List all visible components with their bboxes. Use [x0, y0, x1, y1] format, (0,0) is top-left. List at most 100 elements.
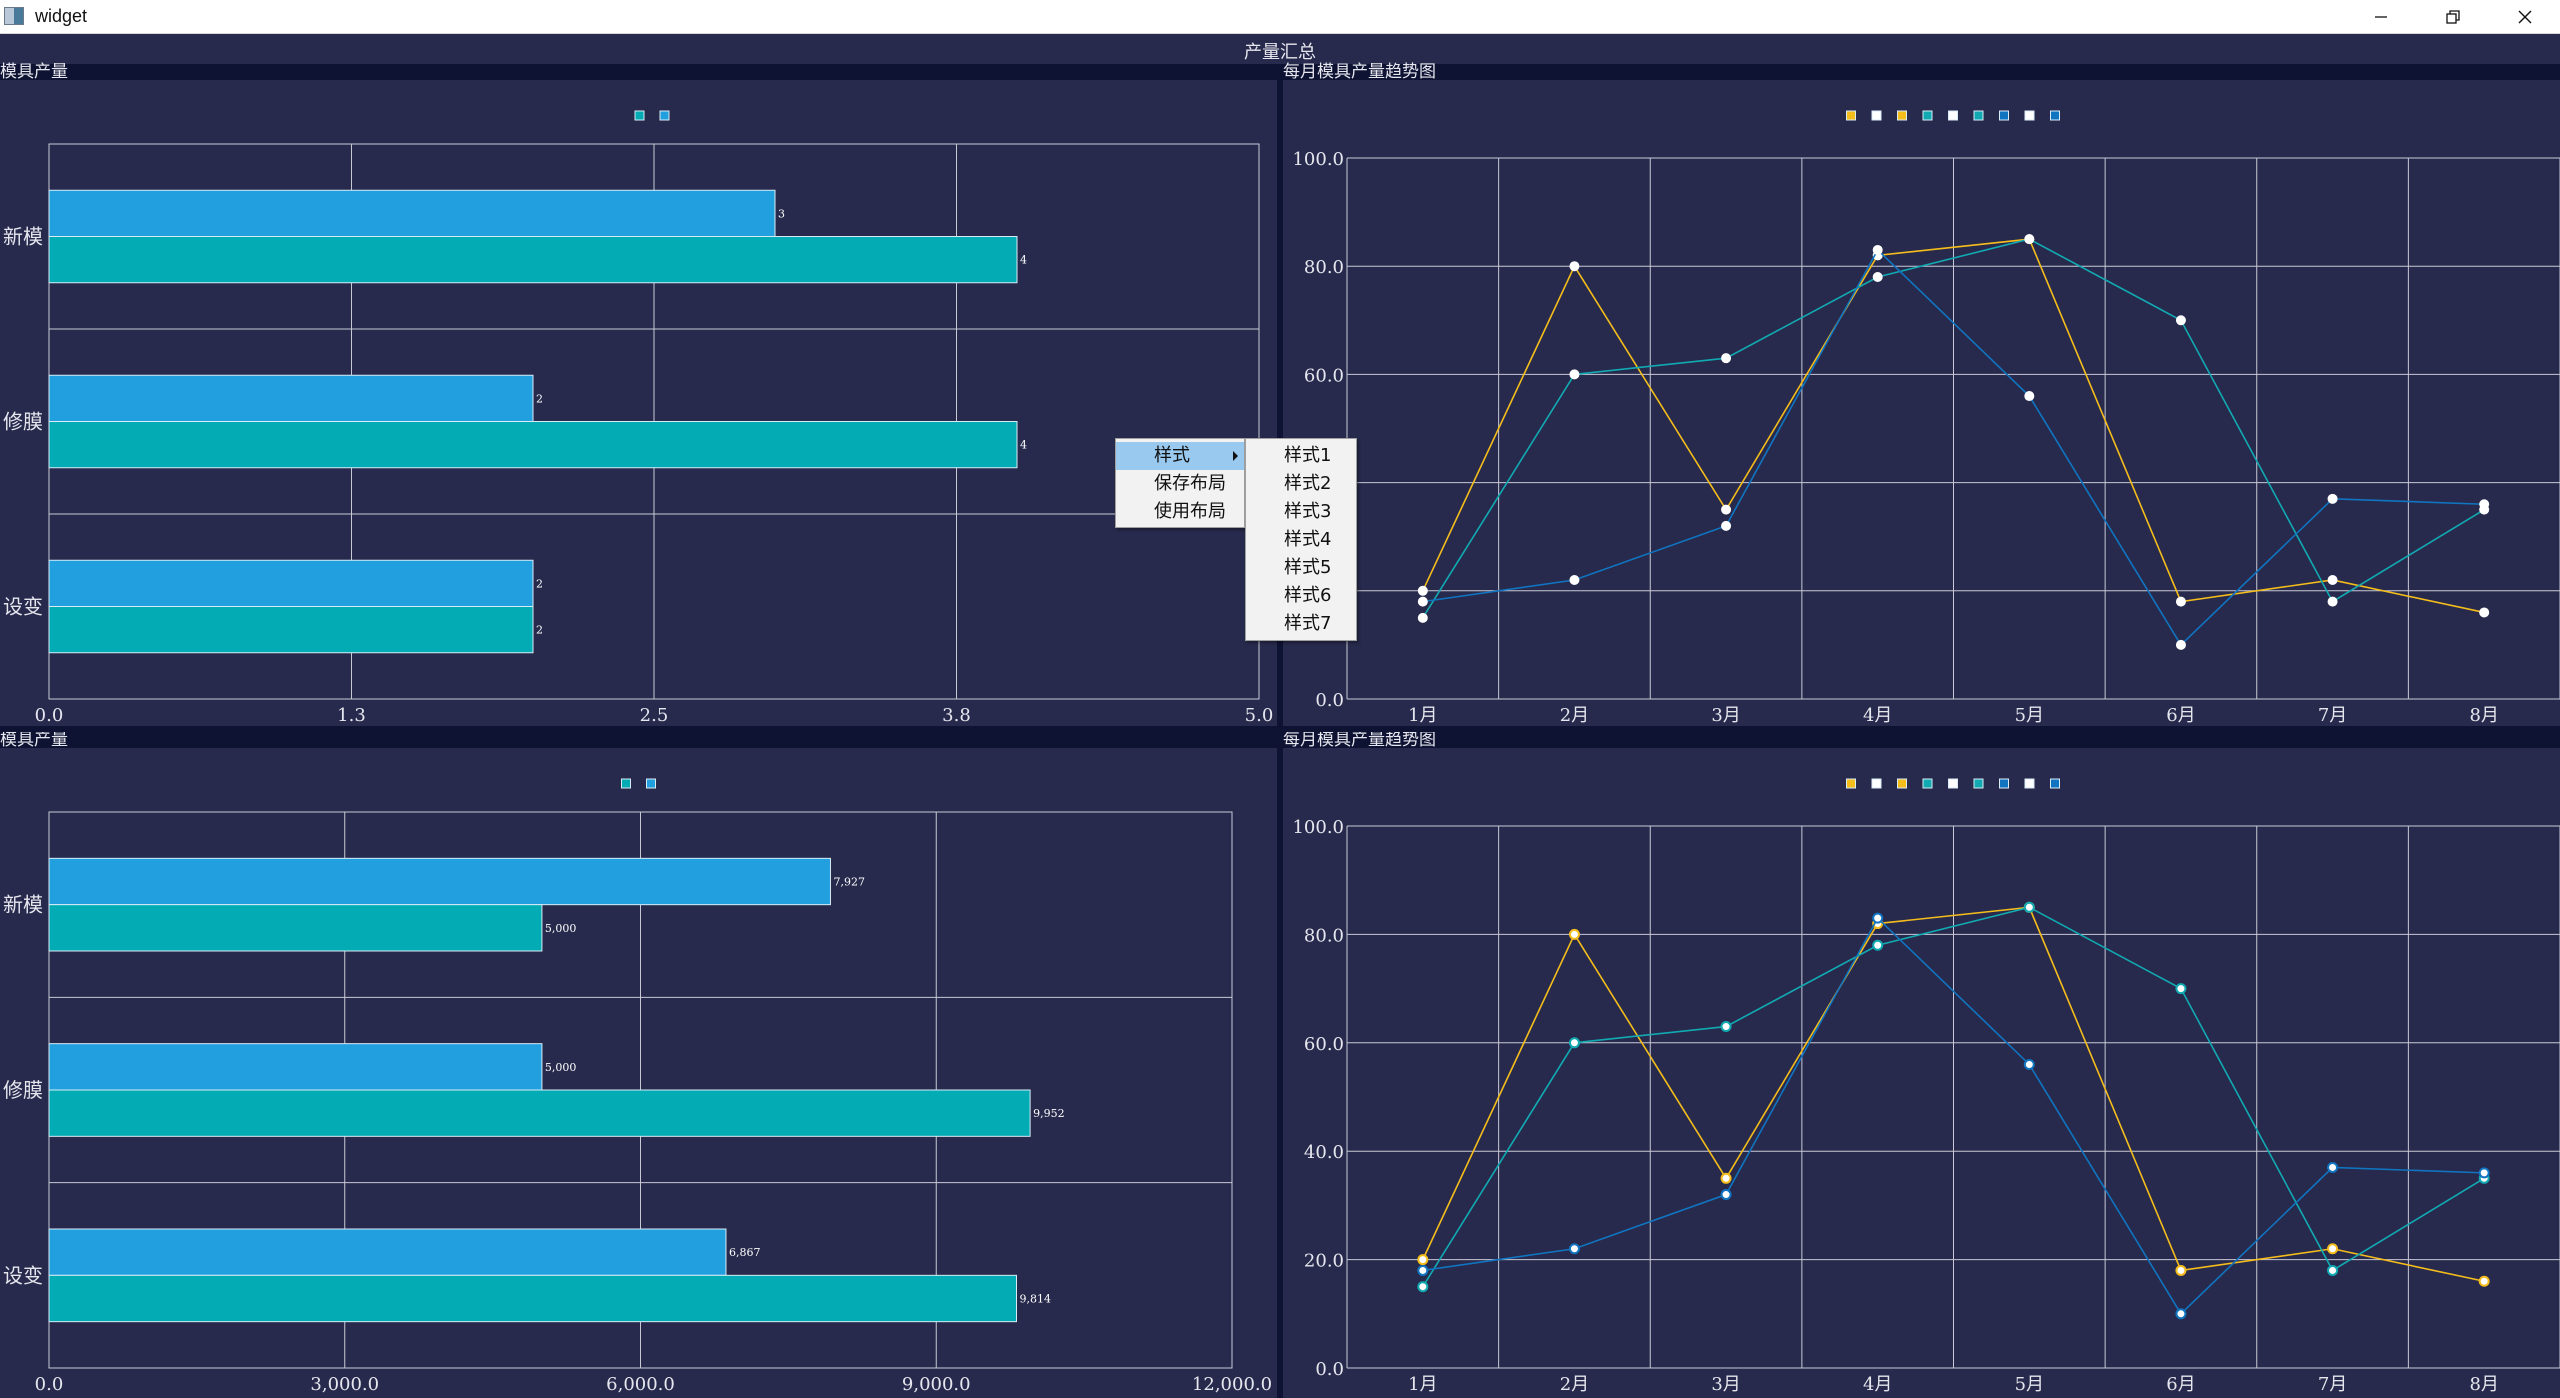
bar-value-label: 3 — [778, 207, 785, 220]
bar — [48, 857, 831, 906]
data-point — [1569, 574, 1580, 585]
panel-top-right: 每月模具产量趋势图 0.020.040.060.080.0100.01月2月3月… — [1283, 62, 2560, 726]
legend-marker — [1871, 778, 1882, 789]
minimize-button[interactable] — [2346, 0, 2416, 33]
submenu-item-style-5[interactable]: 样式5 — [1246, 554, 1356, 582]
submenu-item-style-2[interactable]: 样式2 — [1246, 470, 1356, 498]
data-point — [2327, 493, 2338, 504]
legend-marker — [1948, 110, 1958, 121]
close-button[interactable] — [2490, 0, 2560, 33]
data-point — [2327, 574, 2338, 585]
data-point — [2327, 1161, 2339, 1173]
legend-marker — [1871, 110, 1882, 121]
category-label: 修膜 — [3, 1078, 43, 1102]
legend-marker — [634, 110, 645, 121]
x-tick-label: 1月 — [1408, 705, 1437, 726]
bar-value-label: 9,814 — [1019, 1293, 1051, 1306]
x-tick-label: 3月 — [1711, 1374, 1740, 1395]
legend-marker — [1897, 110, 1907, 121]
x-tick-label: 5.0 — [1245, 705, 1274, 726]
data-point — [1721, 504, 1732, 515]
category-label: 设变 — [3, 1263, 43, 1287]
legend-marker — [621, 778, 631, 789]
menu-item-label: 使用布局 — [1154, 501, 1226, 522]
submenu-item-style-6[interactable]: 样式6 — [1246, 582, 1356, 610]
y-tick-label: 0.0 — [1315, 690, 1344, 711]
y-tick-label: 100.0 — [1292, 149, 1344, 170]
y-tick-label: 60.0 — [1304, 365, 1344, 386]
x-tick-label: 9,000.0 — [902, 1374, 971, 1395]
bar — [48, 559, 534, 607]
data-point — [2024, 391, 2035, 402]
data-point — [1721, 520, 1732, 531]
menu-item-label: 样式 — [1154, 445, 1190, 466]
menu-item-style[interactable]: 样式 — [1116, 442, 1244, 470]
y-tick-label: 60.0 — [1304, 1034, 1344, 1055]
bar — [48, 606, 534, 654]
x-tick-label: 1月 — [1408, 1374, 1437, 1395]
bar — [48, 236, 1018, 284]
x-tick-label: 5月 — [2015, 1374, 2044, 1395]
legend-marker — [2024, 778, 2035, 789]
data-point — [2327, 1243, 2339, 1255]
x-tick-label: 6月 — [2166, 1374, 2195, 1395]
legend-marker — [2050, 110, 2060, 121]
summary-header: 产量汇总 — [0, 34, 2560, 64]
horizontal-divider[interactable] — [0, 726, 2560, 732]
y-tick-label: 40.0 — [1304, 1142, 1344, 1163]
data-point — [2023, 1058, 2035, 1070]
data-point — [2175, 596, 2186, 607]
data-point — [1569, 369, 1580, 380]
legend-marker — [1846, 778, 1856, 789]
x-tick-label: 3月 — [1711, 705, 1740, 726]
bar-value-label: 2 — [536, 577, 543, 590]
bar-value-label: 5,000 — [545, 1061, 577, 1074]
bar-chart-mold-output: 0.0 1.3 2.5 3.8 5.0 新模 3 4 修膜 2 4 设变 2 2 — [3, 110, 1274, 726]
window-title: widget — [35, 6, 88, 26]
data-point — [1568, 928, 1580, 940]
menu-item-label: 保存布局 — [1154, 473, 1226, 494]
category-label: 修膜 — [3, 410, 43, 434]
bar — [48, 1043, 543, 1091]
submenu-item-style-3[interactable]: 样式3 — [1246, 498, 1356, 526]
legend-marker — [2024, 110, 2035, 121]
menu-item-use-layout[interactable]: 使用布局 — [1116, 498, 1244, 526]
app-icon — [4, 7, 24, 25]
legend-marker — [1846, 110, 1856, 121]
x-tick-label: 0.0 — [35, 1374, 64, 1395]
submenu-item-style-4[interactable]: 样式4 — [1246, 526, 1356, 554]
bar — [48, 904, 543, 952]
x-tick-label: 0.0 — [35, 705, 64, 726]
data-point — [1872, 912, 1884, 924]
data-point — [2479, 607, 2490, 618]
restore-icon — [2446, 9, 2460, 24]
data-point — [2327, 596, 2338, 607]
x-tick-label: 6月 — [2166, 705, 2195, 726]
bar-value-label: 2 — [536, 624, 543, 637]
data-point — [2023, 901, 2035, 913]
data-point — [2478, 1275, 2490, 1287]
y-tick-label: 20.0 — [1304, 1251, 1344, 1272]
data-point — [2175, 1264, 2187, 1276]
legend-marker — [1999, 110, 2009, 121]
data-point — [1720, 1172, 1732, 1184]
x-tick-label: 8月 — [2469, 705, 2498, 726]
bar — [48, 1089, 1031, 1137]
legend-marker — [646, 778, 656, 789]
data-point — [1568, 1037, 1580, 1049]
bar-value-label: 5,000 — [545, 922, 577, 935]
x-tick-label: 3.8 — [942, 705, 971, 726]
context-menu: 样式 保存布局 使用布局 — [1115, 438, 1245, 528]
minimize-icon — [2375, 15, 2387, 18]
data-point — [2175, 639, 2186, 650]
bar — [48, 421, 1018, 469]
menu-item-save-layout[interactable]: 保存布局 — [1116, 470, 1244, 498]
submenu-item-style-7[interactable]: 样式7 — [1246, 610, 1356, 638]
submenu-item-style-1[interactable]: 样式1 — [1246, 442, 1356, 470]
restore-button[interactable] — [2418, 0, 2488, 33]
bar-value-label: 7,927 — [833, 876, 865, 889]
data-point — [1417, 596, 1428, 607]
x-tick-label: 7月 — [2318, 1374, 2347, 1395]
x-tick-label: 4月 — [1863, 1374, 1892, 1395]
y-tick-label: 80.0 — [1304, 257, 1344, 278]
